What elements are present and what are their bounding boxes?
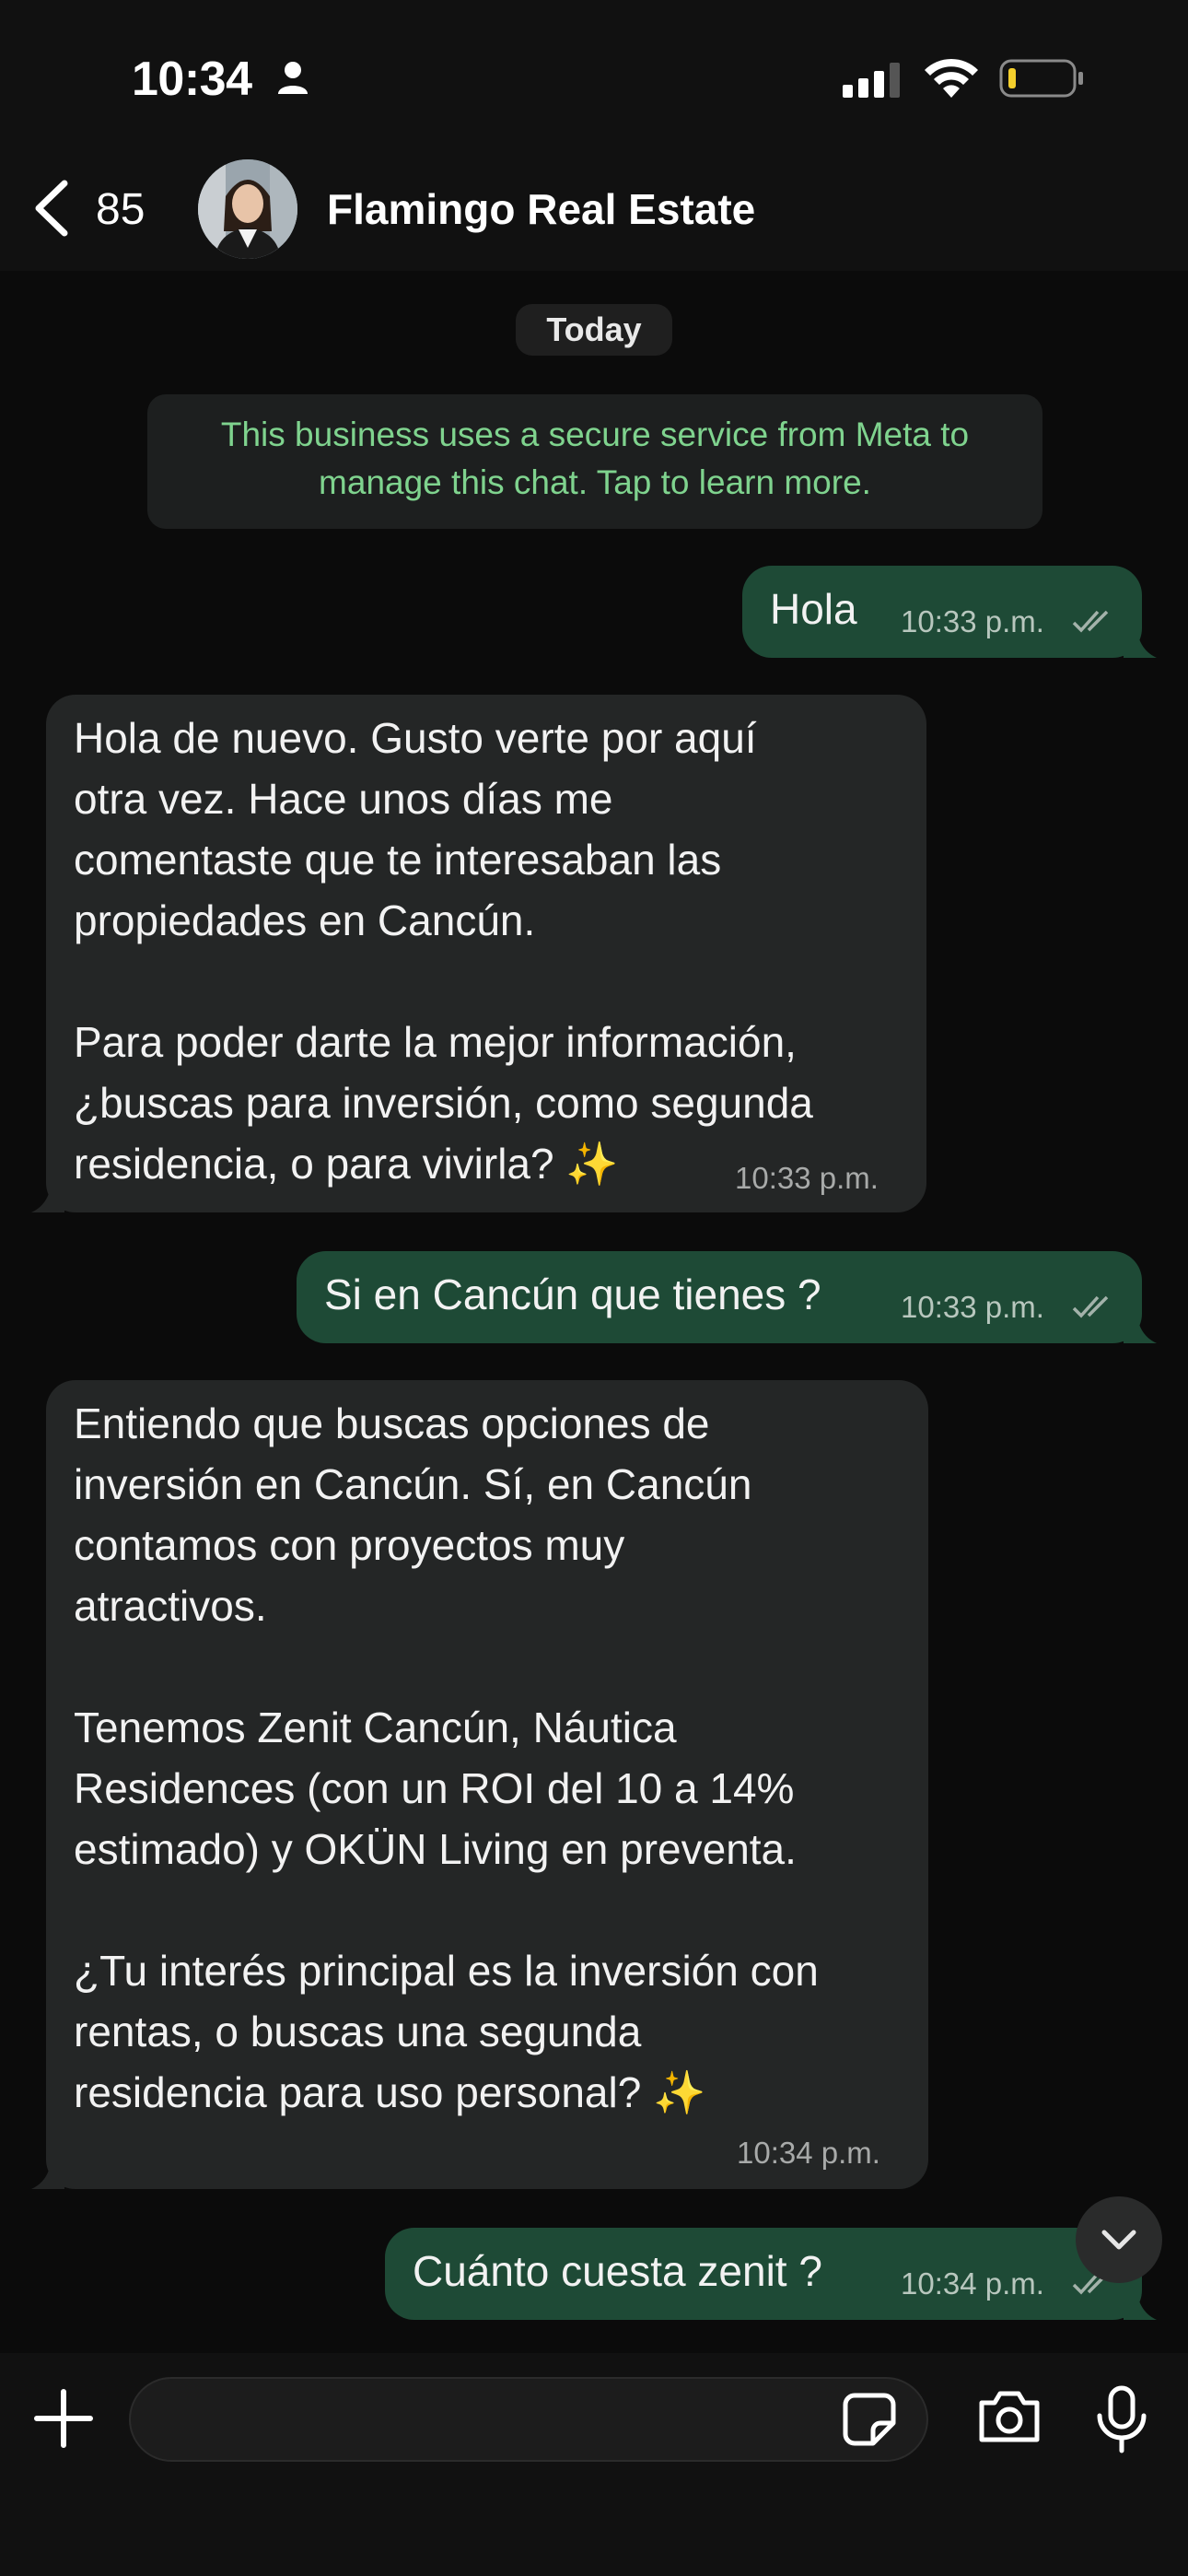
message-outgoing[interactable]: Hola 10:33 p.m. (742, 566, 1142, 658)
bubble-tail (31, 1176, 64, 1212)
battery-icon (999, 59, 1083, 98)
message-text: Entiendo que buscas opciones de inversió… (74, 1399, 819, 2116)
person-icon (278, 62, 308, 94)
message-time: 10:34 p.m. (901, 2266, 1044, 2301)
bubble-tail (1124, 621, 1157, 658)
wifi-icon (925, 58, 978, 98)
message-text: Hola (770, 585, 857, 633)
chevron-down-icon (1101, 2230, 1136, 2250)
camera-icon[interactable] (976, 2388, 1042, 2445)
plus-icon[interactable] (33, 2388, 94, 2449)
message-incoming[interactable]: Hola de nuevo. Gusto verte por aquí otra… (46, 695, 926, 1212)
back-chevron-icon[interactable] (31, 180, 72, 237)
back-unread-count[interactable]: 85 (96, 184, 145, 235)
message-outgoing[interactable]: Cuánto cuesta zenit ? 10:34 p.m. (385, 2228, 1142, 2320)
scroll-to-bottom-button[interactable] (1076, 2196, 1162, 2283)
message-text: Si en Cancún que tienes ? (324, 1270, 821, 1318)
message-time: 10:33 p.m. (901, 1290, 1044, 1324)
meta-notice-line2: manage this chat. Tap to learn more. (319, 463, 871, 501)
message-time: 10:33 p.m. (735, 1161, 879, 1195)
meta-notice[interactable]: This business uses a secure service from… (147, 394, 1042, 529)
message-time: 10:34 p.m. (737, 2136, 880, 2170)
microphone-icon[interactable] (1092, 2384, 1151, 2454)
contact-name[interactable]: Flamingo Real Estate (327, 184, 755, 234)
status-time: 10:34 (132, 53, 252, 106)
signal-icon (843, 63, 900, 98)
message-text: Hola de nuevo. Gusto verte por aquí otra… (74, 714, 813, 1188)
meta-notice-line1: This business uses a secure service from… (220, 416, 970, 453)
message-time: 10:33 p.m. (901, 604, 1044, 638)
message-text: Cuánto cuesta zenit ? (413, 2247, 822, 2295)
message-outgoing[interactable]: Si en Cancún que tienes ? 10:33 p.m. (297, 1251, 1142, 1343)
sticker-icon[interactable] (842, 2392, 897, 2447)
double-check-icon (1072, 1295, 1109, 1318)
message-input[interactable] (129, 2377, 928, 2462)
message-incoming[interactable]: Entiendo que buscas opciones de inversió… (46, 1380, 928, 2189)
bubble-tail (31, 2152, 64, 2189)
date-chip: Today (516, 304, 672, 356)
bubble-tail (1124, 1306, 1157, 1343)
avatar[interactable] (198, 159, 297, 259)
double-check-icon (1072, 610, 1109, 633)
bubble-tail (1124, 2283, 1157, 2320)
